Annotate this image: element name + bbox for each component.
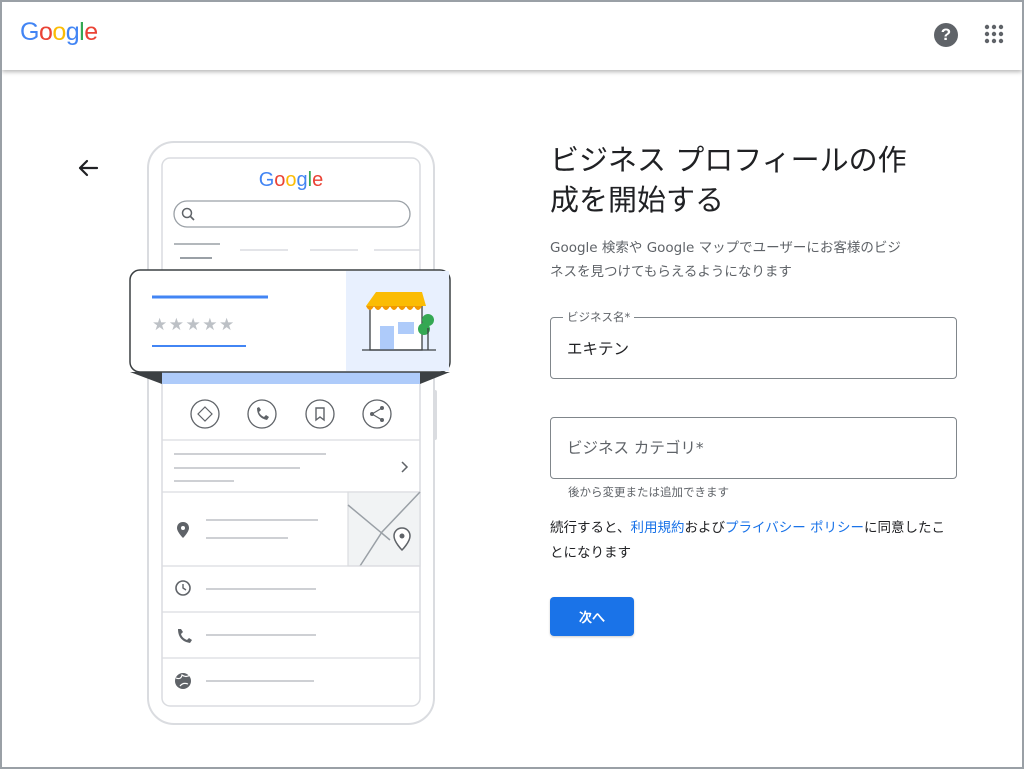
terms-of-service-link[interactable]: 利用規約 xyxy=(630,520,684,536)
top-bar: Google ? xyxy=(2,2,1022,70)
business-profile-illustration: Google ★★★★★ xyxy=(129,141,451,725)
business-name-field[interactable]: ビジネス名* xyxy=(550,310,957,379)
page-title: ビジネス プロフィールの作 成を開始する xyxy=(550,140,950,220)
arrow-left-icon[interactable] xyxy=(72,152,104,184)
privacy-policy-link[interactable]: プライバシー ポリシー xyxy=(725,520,864,536)
terms-prefix: 続行すると、 xyxy=(550,520,631,536)
rating-stars: ★★★★★ xyxy=(152,315,236,335)
description-line-1: Google 検索や Google マップでユーザーにお客様のビジ xyxy=(550,240,901,256)
help-icon[interactable]: ? xyxy=(934,23,958,47)
business-category-field[interactable] xyxy=(550,417,957,479)
next-button[interactable]: 次へ xyxy=(550,597,634,636)
phone-search-bar xyxy=(173,200,411,228)
apps-grid-icon[interactable] xyxy=(984,24,1004,44)
page-description: Google 検索や Google マップでユーザーにお客様のビジ ネスを見つけ… xyxy=(550,236,950,284)
title-line-2: 成を開始する xyxy=(550,183,725,217)
business-name-input[interactable] xyxy=(567,335,937,361)
phone-google-logo: Google xyxy=(259,169,324,191)
page-frame: Google ? Google ★★★★★ ビジネス プロフィールの作 成を開始… xyxy=(0,0,1024,769)
logo-letter: g xyxy=(65,18,80,46)
business-name-label: ビジネス名* xyxy=(563,310,635,324)
terms-middle: および xyxy=(684,520,725,536)
logo-letter: o xyxy=(38,18,53,46)
title-line-1: ビジネス プロフィールの作 xyxy=(550,143,907,177)
google-logo[interactable]: Google xyxy=(20,18,98,47)
description-line-2: ネスを見つけてもらえるようになります xyxy=(550,264,792,280)
phone-screen xyxy=(161,157,421,707)
business-category-input[interactable] xyxy=(567,435,937,461)
terms-notice: 続行すると、利用規約およびプライバシー ポリシーに同意したことになります xyxy=(550,516,950,566)
category-helper-text: 後から変更または追加できます xyxy=(568,485,729,499)
logo-letter: e xyxy=(84,18,98,46)
logo-letter: G xyxy=(20,18,39,46)
logo-letter: o xyxy=(52,18,66,46)
